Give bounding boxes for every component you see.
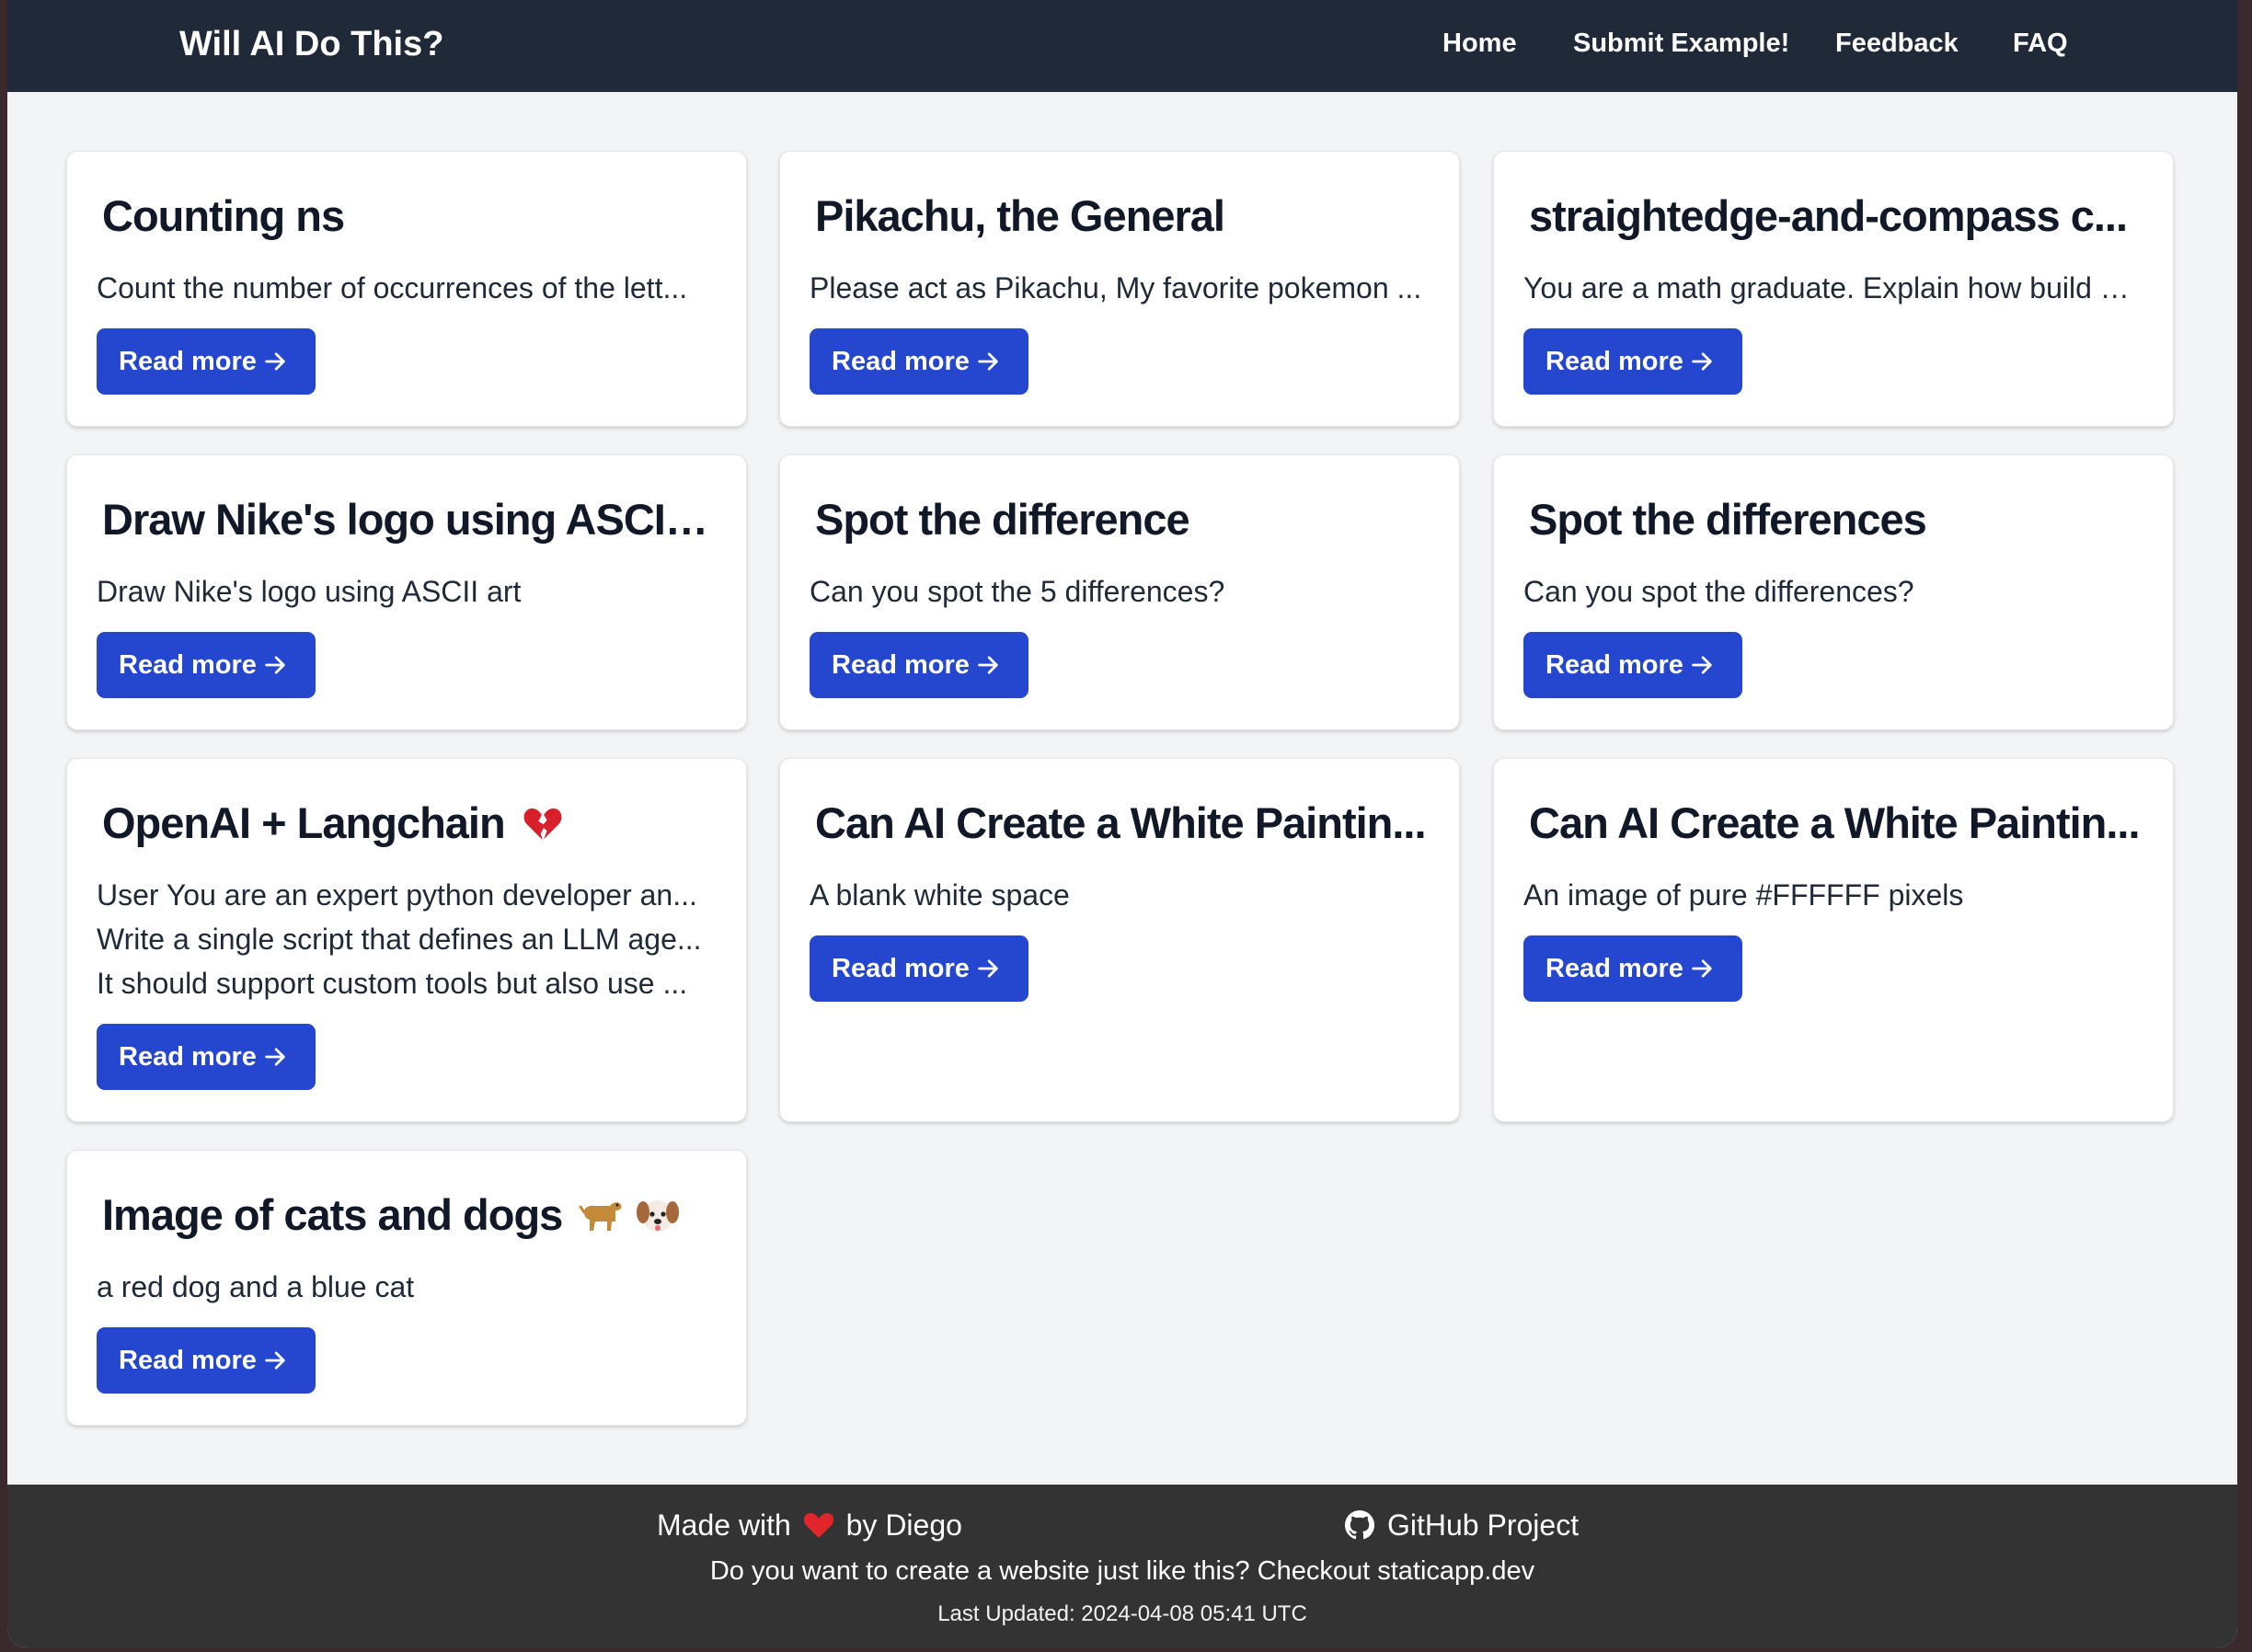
read-more-button[interactable]: Read more xyxy=(97,1327,316,1394)
arrow-right-icon xyxy=(978,959,998,978)
read-more-label: Read more xyxy=(119,1042,257,1072)
footer-author: by Diego xyxy=(845,1509,962,1542)
read-more-button[interactable]: Read more xyxy=(97,328,316,395)
card-title: straightedge-and-compass c... xyxy=(1529,191,2128,240)
card-description: User You are an expert python developer … xyxy=(97,873,713,1005)
example-card: Can AI Create a White Paintin... An imag… xyxy=(1493,758,2174,1122)
nav-faq-link[interactable]: FAQ xyxy=(2013,25,2068,62)
site-footer: Made with by Diego GitHub Project Do you… xyxy=(7,1485,2237,1648)
github-project-link[interactable]: GitHub Project xyxy=(1345,1505,1579,1545)
top-navbar: Will AI Do This? Home Submit Example! Fe… xyxy=(7,0,2237,92)
card-title: Can AI Create a White Paintin... xyxy=(815,798,1427,847)
example-card: Can AI Create a White Paintin... A blank… xyxy=(779,758,1460,1122)
card-description-line: A blank white space xyxy=(810,878,1070,912)
read-more-button[interactable]: Read more xyxy=(97,1024,316,1090)
read-more-button[interactable]: Read more xyxy=(810,935,1028,1002)
read-more-label: Read more xyxy=(1545,954,1683,983)
arrow-right-icon xyxy=(265,1351,285,1370)
heart-icon xyxy=(803,1512,833,1538)
arrow-right-icon xyxy=(978,352,998,371)
read-more-label: Read more xyxy=(1545,650,1683,680)
read-more-label: Read more xyxy=(832,650,970,680)
card-description-line: You are a math graduate. Explain how bui… xyxy=(1523,271,2140,304)
dog-icon xyxy=(579,1201,622,1231)
card-title: Spot the difference xyxy=(815,495,1190,544)
card-description-line: User You are an expert python developer … xyxy=(97,878,697,912)
example-card: Counting ns Count the number of occurren… xyxy=(66,151,747,427)
card-description-line: An image of pure #FFFFFF pixels xyxy=(1523,878,1964,912)
card-description-line: It should support custom tools but also … xyxy=(97,967,688,1000)
example-card: Spot the difference Can you spot the 5 d… xyxy=(779,454,1460,730)
read-more-button[interactable]: Read more xyxy=(1523,632,1742,698)
site-brand[interactable]: Will AI Do This? xyxy=(179,20,443,68)
read-more-label: Read more xyxy=(119,347,257,376)
footer-cta-text[interactable]: Do you want to create a website just lik… xyxy=(7,1553,2237,1589)
card-title: Can AI Create a White Paintin... xyxy=(1529,798,2141,847)
card-description: Please act as Pikachu, My favorite pokem… xyxy=(810,266,1426,310)
dog-face-icon xyxy=(637,1199,680,1232)
example-card: Pikachu, the General Please act as Pikac… xyxy=(779,151,1460,427)
example-card: OpenAI + Langchain User You are an exper… xyxy=(66,758,747,1122)
card-title: Draw Nike's logo using ASCII ... xyxy=(102,495,718,544)
read-more-button[interactable]: Read more xyxy=(97,632,316,698)
nav-feedback-link[interactable]: Feedback xyxy=(1835,25,1959,62)
example-card: straightedge-and-compass c... You are a … xyxy=(1493,151,2174,427)
footer-credit: Made with by Diego xyxy=(657,1505,962,1545)
card-description: A blank white space xyxy=(810,873,1426,917)
arrow-right-icon xyxy=(265,656,285,674)
nav-submit-example-link[interactable]: Submit Example! xyxy=(1573,25,1789,62)
card-description-line: Draw Nike's logo using ASCII art xyxy=(97,575,522,608)
github-project-label: GitHub Project xyxy=(1387,1509,1580,1542)
read-more-label: Read more xyxy=(832,347,970,376)
arrow-right-icon xyxy=(1692,656,1712,674)
arrow-right-icon xyxy=(1692,959,1712,978)
github-icon xyxy=(1345,1509,1374,1539)
card-description-line: Can you spot the 5 differences? xyxy=(810,575,1225,608)
card-description: Can you spot the 5 differences? xyxy=(810,569,1426,614)
example-card: Draw Nike's logo using ASCII ... Draw Ni… xyxy=(66,454,747,730)
card-description-line: a red dog and a blue cat xyxy=(97,1270,415,1303)
nav-home-link[interactable]: Home xyxy=(1442,25,1517,62)
card-description: a red dog and a blue cat xyxy=(97,1265,713,1309)
read-more-label: Read more xyxy=(832,954,970,983)
read-more-label: Read more xyxy=(119,650,257,680)
card-description: Draw Nike's logo using ASCII art xyxy=(97,569,713,614)
arrow-right-icon xyxy=(978,656,998,674)
card-description: Can you spot the differences? xyxy=(1523,569,2140,614)
read-more-button[interactable]: Read more xyxy=(810,632,1028,698)
card-title: OpenAI + Langchain xyxy=(102,794,718,853)
example-card: Spot the differences Can you spot the di… xyxy=(1493,454,2174,730)
card-description: You are a math graduate. Explain how bui… xyxy=(1523,266,2140,310)
read-more-label: Read more xyxy=(119,1346,257,1375)
arrow-right-icon xyxy=(265,1048,285,1066)
card-title: Spot the differences xyxy=(1529,495,1927,544)
example-card: Image of cats and dogs a red dog and a b… xyxy=(66,1150,747,1426)
last-updated-text: Last Updated: 2024-04-08 05:41 UTC xyxy=(937,1601,1307,1626)
card-title: Image of cats and dogs xyxy=(102,1186,718,1245)
card-description-line: Can you spot the differences? xyxy=(1523,575,1914,608)
card-description-line: Count the number of occurrences of the l… xyxy=(97,271,688,304)
card-title: Counting ns xyxy=(102,191,345,240)
footer-made-with: Made with xyxy=(657,1509,791,1542)
arrow-right-icon xyxy=(1692,352,1712,371)
read-more-button[interactable]: Read more xyxy=(1523,328,1742,395)
card-description: An image of pure #FFFFFF pixels xyxy=(1523,873,2140,917)
card-description-line: Please act as Pikachu, My favorite pokem… xyxy=(810,271,1422,304)
broken-heart-icon xyxy=(523,808,562,840)
card-title-text: OpenAI + Langchain xyxy=(102,798,506,847)
card-title-text: Image of cats and dogs xyxy=(102,1190,563,1239)
browser-window: Will AI Do This? Home Submit Example! Fe… xyxy=(7,0,2237,1648)
read-more-button[interactable]: Read more xyxy=(810,328,1028,395)
card-description: Count the number of occurrences of the l… xyxy=(97,266,713,310)
card-description-line: Write a single script that defines an LL… xyxy=(97,923,702,956)
arrow-right-icon xyxy=(265,352,285,371)
read-more-button[interactable]: Read more xyxy=(1523,935,1742,1002)
card-title: Pikachu, the General xyxy=(815,191,1225,240)
read-more-label: Read more xyxy=(1545,347,1683,376)
